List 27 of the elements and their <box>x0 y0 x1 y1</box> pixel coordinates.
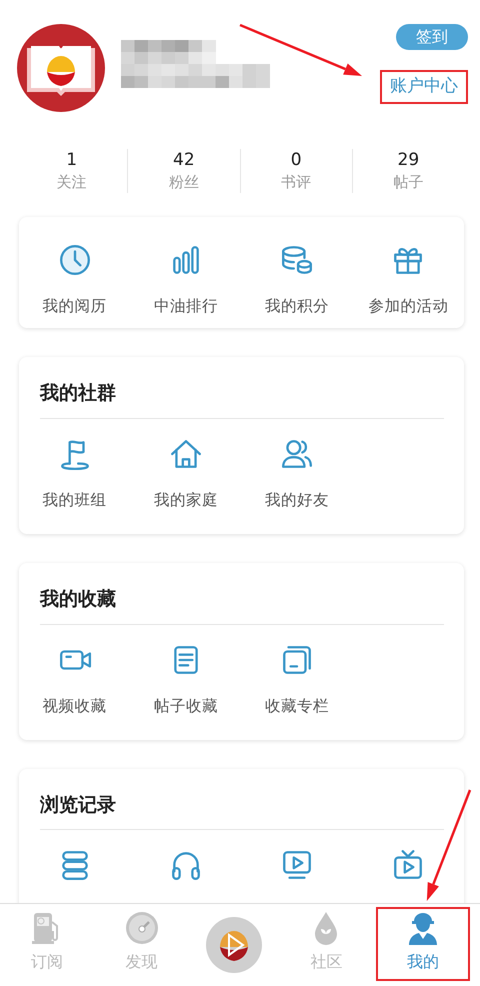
stat-label: 关注 <box>56 172 88 193</box>
menu-item[interactable]: 我的好友 <box>242 436 353 512</box>
menu-item[interactable]: 中油排行 <box>130 243 242 318</box>
avatar-logo-icon <box>17 24 105 112</box>
section-title: 浏览记录 <box>38 792 117 818</box>
menu-item[interactable]: 帖子收藏 <box>130 642 242 718</box>
coins-icon <box>280 243 314 277</box>
menu-item[interactable]: 我的积分 <box>242 243 353 318</box>
section-title: 我的社群 <box>38 381 117 406</box>
stat-label: 帖子 <box>392 172 424 193</box>
menu-item[interactable]: 我的家庭 <box>130 436 242 512</box>
menu-item[interactable]: 我的阅历 <box>19 243 130 318</box>
stat-value: 29 <box>396 149 420 171</box>
menu-item[interactable]: 我的班组 <box>19 436 130 512</box>
stat-value: 0 <box>290 149 303 171</box>
menu-item[interactable]: 参加的活动 <box>352 243 464 318</box>
menu-item[interactable]: 视频收藏 <box>19 642 130 718</box>
clock-icon <box>58 243 92 277</box>
stat-label: 书评 <box>280 172 312 193</box>
stat-label: 粉丝 <box>168 172 200 193</box>
tab[interactable]: 我的 <box>376 907 470 981</box>
section-title: 我的收藏 <box>38 587 117 612</box>
speedometer-icon <box>124 910 160 946</box>
stat-value: 42 <box>172 149 196 171</box>
play-logo-button[interactable] <box>206 917 262 973</box>
menu-item[interactable]: 收藏专栏 <box>242 642 353 718</box>
stat-value: 1 <box>65 149 78 171</box>
